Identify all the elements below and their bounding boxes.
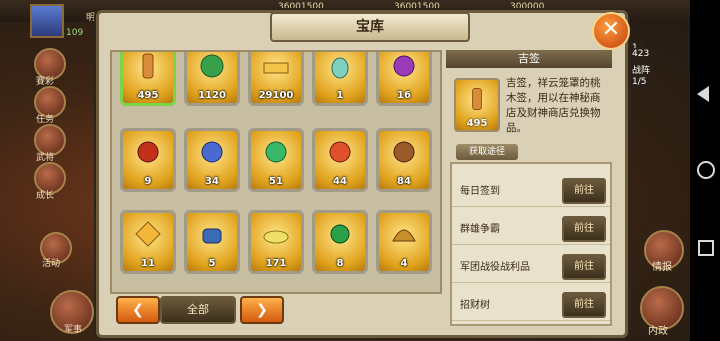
brown-orb-icon <box>393 141 415 163</box>
list-item: 每日签到 前往 <box>452 172 610 207</box>
obtain-label: 每日签到 <box>460 186 500 197</box>
all-filter-button[interactable]: 全部 <box>160 296 236 324</box>
scroll-icon <box>472 87 482 111</box>
player-avatar[interactable] <box>30 4 64 38</box>
item-count: 5 <box>208 258 216 269</box>
gold-ingot-icon <box>263 62 289 74</box>
item-count: 44 <box>333 176 347 187</box>
item-count: 16 <box>397 90 411 101</box>
item-slot[interactable]: 495 <box>120 52 176 106</box>
item-count: 4 <box>400 258 408 269</box>
item-slot[interactable]: 84 <box>376 128 432 192</box>
obtain-title: 获取途径 <box>456 144 518 160</box>
list-item: 招财树 前往 <box>452 286 610 321</box>
sand-icon <box>263 230 289 244</box>
detail-title: 吉签 <box>446 50 612 68</box>
obtain-label: 群雄争霸 <box>460 224 500 235</box>
domestic-label: 内政 <box>648 326 668 337</box>
item-count: 51 <box>269 176 283 187</box>
detail-count: 495 <box>466 118 488 129</box>
scroll-icon <box>142 53 154 79</box>
orb-icon <box>393 55 415 77</box>
military-label: 军事 <box>64 325 83 335</box>
helmet-icon <box>392 229 416 242</box>
recents-icon[interactable] <box>698 240 714 256</box>
blue-orb-icon <box>201 141 223 163</box>
item-count: 9 <box>144 176 152 187</box>
item-slot[interactable]: 34 <box>184 128 240 192</box>
item-count: 8 <box>336 258 344 269</box>
prev-arrow-icon[interactable]: ❮ <box>116 296 160 324</box>
jade-icon <box>200 54 224 78</box>
right-stat-3: 战阵 <box>628 62 655 77</box>
item-slot[interactable]: 4 <box>376 210 432 274</box>
sidebar-label-1: 賽彩 <box>36 77 55 87</box>
right-stat-4: 1/5 <box>628 76 651 88</box>
item-count: 1120 <box>198 90 226 101</box>
item-slot[interactable]: 9 <box>120 128 176 192</box>
intel-label: 情报 <box>652 262 672 273</box>
cauldron-icon <box>202 228 222 244</box>
close-icon[interactable]: ✕ <box>592 12 630 50</box>
item-slot[interactable]: 29100 <box>248 52 304 106</box>
jade-hook-icon <box>330 224 350 244</box>
item-count: 1 <box>336 90 344 101</box>
panel-title: 宝库 <box>270 12 470 42</box>
red-orb-icon <box>137 141 159 163</box>
item-count: 34 <box>205 176 219 187</box>
green-orb-icon <box>265 141 287 163</box>
obtain-list: 每日签到 前往 群雄争霸 前往 军团战役战利品 前往 招财树 前往 <box>450 162 612 326</box>
item-slot[interactable]: 8 <box>312 210 368 274</box>
vase-icon <box>331 57 349 79</box>
item-grid: 495 1120 29100 1 16 9 34 51 44 84 11 5 1… <box>110 50 442 294</box>
sidebar-label-general: 武将 <box>36 153 55 163</box>
detail-description: 吉签，祥云笼罩的桃木签，用以在神秘商店及财神商店兑换物品。 <box>506 77 601 134</box>
item-count: 11 <box>141 258 155 269</box>
detail-panel: 吉签 495 吉签，祥云笼罩的桃木签，用以在神秘商店及财神商店兑换物品。 获取途… <box>446 50 612 326</box>
item-count: 84 <box>397 176 411 187</box>
item-count: 495 <box>137 90 159 101</box>
obtain-label: 军团战役战利品 <box>460 262 530 273</box>
goto-button[interactable]: 前往 <box>562 178 606 204</box>
sidebar-label-growth: 成长 <box>36 191 55 201</box>
item-slot[interactable]: 1120 <box>184 52 240 106</box>
sidebar-label-event: 活动 <box>42 259 61 269</box>
item-count: 29100 <box>258 90 294 101</box>
list-item: 军团战役战利品 前往 <box>452 248 610 283</box>
goto-button[interactable]: 前往 <box>562 216 606 242</box>
pager: ❮ 全部 ❯ <box>114 296 440 324</box>
item-slot[interactable]: 51 <box>248 128 304 192</box>
seal-orb-icon <box>329 141 351 163</box>
goto-button[interactable]: 前往 <box>562 254 606 280</box>
token-icon <box>135 221 161 247</box>
obtain-label: 招财树 <box>460 300 490 311</box>
right-stat-2: 423 <box>628 48 654 60</box>
item-slot[interactable]: 1 <box>312 52 368 106</box>
goto-button[interactable]: 前往 <box>562 292 606 318</box>
item-slot[interactable]: 44 <box>312 128 368 192</box>
item-slot[interactable]: 171 <box>248 210 304 274</box>
back-icon[interactable] <box>697 86 709 102</box>
player-level: 109 <box>66 28 84 38</box>
home-icon[interactable] <box>697 161 715 179</box>
item-slot[interactable]: 5 <box>184 210 240 274</box>
item-slot[interactable]: 11 <box>120 210 176 274</box>
item-slot[interactable]: 16 <box>376 52 432 106</box>
list-item: 群雄争霸 前往 <box>452 210 610 245</box>
detail-item-icon: 495 <box>454 78 500 132</box>
item-count: 171 <box>265 258 287 269</box>
sidebar-label-task: 任务 <box>36 115 55 125</box>
next-arrow-icon[interactable]: ❯ <box>240 296 284 324</box>
